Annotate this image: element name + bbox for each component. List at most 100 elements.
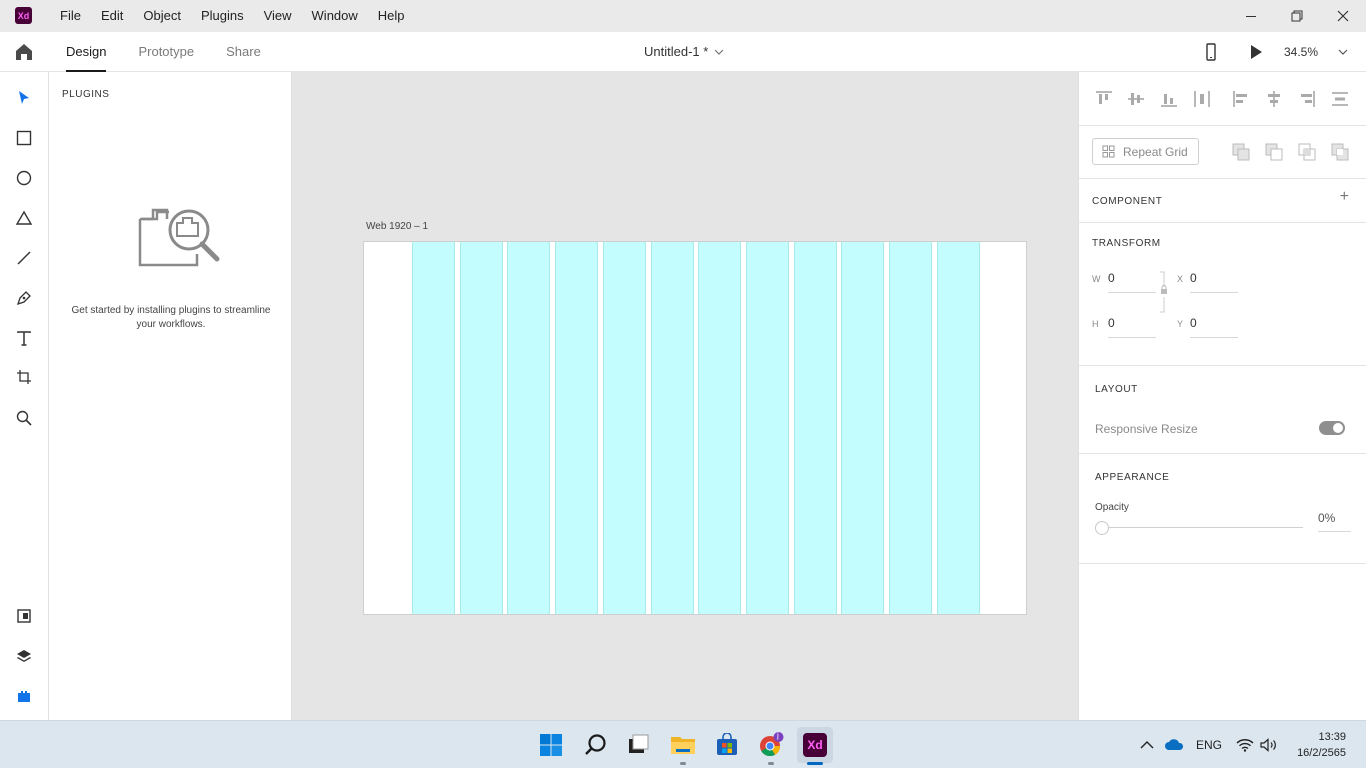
artboard-tool[interactable] <box>14 367 34 387</box>
zoom-tool[interactable] <box>14 408 34 428</box>
system-clock[interactable]: 13:39 16/2/2565 <box>1297 729 1346 761</box>
document-title[interactable]: Untitled-1 * <box>644 32 724 72</box>
document-title-text: Untitled-1 * <box>644 44 709 59</box>
task-view-button[interactable] <box>623 730 653 760</box>
boolean-subtract-icon[interactable] <box>1265 143 1283 161</box>
menu-object[interactable]: Object <box>133 0 191 32</box>
design-canvas[interactable]: Web 1920 – 1 <box>292 72 1078 720</box>
boolean-add-icon[interactable] <box>1232 143 1250 161</box>
align-top-icon[interactable] <box>1095 90 1113 108</box>
tab-share[interactable]: Share <box>216 32 271 72</box>
search-button[interactable] <box>581 730 611 760</box>
text-tool[interactable] <box>14 328 34 348</box>
polygon-tool[interactable] <box>14 208 34 228</box>
wifi-button[interactable] <box>1234 730 1256 760</box>
menu-help[interactable]: Help <box>368 0 415 32</box>
tab-design[interactable]: Design <box>56 32 116 72</box>
preview-play-button[interactable] <box>1248 44 1264 60</box>
microsoft-store-button[interactable] <box>712 730 742 760</box>
distribute-vertical-icon[interactable] <box>1331 90 1349 108</box>
menu-file[interactable]: File <box>50 0 91 32</box>
tab-prototype[interactable]: Prototype <box>128 32 204 72</box>
repeat-grid-row: Repeat Grid <box>1079 126 1366 179</box>
layout-section <box>1079 366 1366 454</box>
menu-edit[interactable]: Edit <box>91 0 133 32</box>
xd-active-indicator <box>807 762 823 765</box>
play-icon <box>1251 45 1262 59</box>
align-right-icon[interactable] <box>1298 90 1316 108</box>
menu-plugins[interactable]: Plugins <box>191 0 254 32</box>
y-label: Y <box>1177 319 1184 329</box>
boolean-intersect-icon[interactable] <box>1298 143 1316 161</box>
width-field[interactable]: 0 <box>1108 271 1156 293</box>
layout-grid-column <box>793 242 837 614</box>
plugins-empty-message: Get started by installing plugins to str… <box>71 305 271 330</box>
plugins-panel-button[interactable] <box>14 686 34 706</box>
explorer-running-indicator <box>680 762 686 765</box>
chevron-up-icon <box>1140 741 1154 749</box>
grid-icon <box>1102 145 1115 158</box>
ellipse-tool[interactable] <box>14 168 34 188</box>
file-explorer-button[interactable] <box>668 730 698 760</box>
onedrive-button[interactable] <box>1161 730 1187 760</box>
align-middle-icon[interactable] <box>1127 90 1145 108</box>
assets-panel-button[interactable] <box>14 606 34 626</box>
opacity-slider-track[interactable] <box>1101 527 1303 528</box>
layers-panel-button[interactable] <box>14 646 34 666</box>
align-left-icon[interactable] <box>1232 90 1250 108</box>
show-hidden-icons-button[interactable] <box>1136 730 1158 760</box>
responsive-resize-toggle[interactable] <box>1319 421 1345 435</box>
y-field[interactable]: 0 <box>1190 316 1238 338</box>
layout-grid-column <box>602 242 646 614</box>
layout-grid-column <box>555 242 599 614</box>
layout-grid-column <box>745 242 789 614</box>
align-bottom-icon[interactable] <box>1160 90 1178 108</box>
opacity-field[interactable]: 0% <box>1318 511 1351 532</box>
opacity-slider-knob[interactable] <box>1095 521 1109 535</box>
task-view-icon <box>629 734 649 753</box>
select-tool-icon <box>19 91 29 104</box>
select-tool[interactable] <box>14 88 34 108</box>
align-toolbar <box>1079 72 1366 126</box>
volume-button[interactable] <box>1258 730 1280 760</box>
restore-button[interactable] <box>1274 0 1320 32</box>
distribute-horizontal-icon[interactable] <box>1193 90 1211 108</box>
rectangle-tool[interactable] <box>14 128 34 148</box>
add-component-icon[interactable]: + <box>1340 189 1349 205</box>
plugins-empty-illustration <box>138 208 220 267</box>
artboard-web-1920[interactable] <box>363 241 1027 615</box>
rectangle-tool-icon <box>16 130 32 146</box>
start-button[interactable] <box>536 730 566 760</box>
pen-tool-icon <box>16 291 31 306</box>
chrome-button[interactable]: j <box>756 730 786 760</box>
zoom-dropdown[interactable]: 34.5% <box>1284 32 1348 72</box>
height-field[interactable]: 0 <box>1108 316 1156 338</box>
close-button[interactable] <box>1320 0 1366 32</box>
menu-view[interactable]: View <box>254 0 302 32</box>
line-tool[interactable] <box>14 248 34 268</box>
lock-aspect-icon[interactable] <box>1159 271 1169 313</box>
chrome-running-indicator <box>768 762 774 765</box>
x-field[interactable]: 0 <box>1190 271 1238 293</box>
home-button[interactable] <box>13 42 35 62</box>
line-tool-icon <box>17 251 31 265</box>
repeat-grid-button[interactable]: Repeat Grid <box>1092 138 1199 165</box>
menu-window[interactable]: Window <box>302 0 368 32</box>
plugins-icon <box>18 691 30 702</box>
xd-app-window: Xd File Edit Object Plugins View Window … <box>0 0 1366 768</box>
device-preview-button[interactable] <box>1203 43 1219 61</box>
minimize-button[interactable] <box>1228 0 1274 32</box>
boolean-exclude-icon[interactable] <box>1331 143 1349 161</box>
align-center-icon[interactable] <box>1265 90 1283 108</box>
adobe-xd-taskbar-button[interactable]: Xd <box>797 727 833 763</box>
windows-taskbar: j Xd ENG 13:39 16/2/2565 <box>0 720 1366 768</box>
language-indicator[interactable]: ENG <box>1196 738 1222 752</box>
windows-start-icon <box>540 734 562 756</box>
plugins-panel: PLUGINS Get started by installing plugin… <box>49 72 292 720</box>
chrome-profile-badge: j <box>777 731 779 740</box>
menu-bar: File Edit Object Plugins View Window Hel… <box>50 0 415 32</box>
opacity-label: Opacity <box>1095 502 1129 513</box>
artboard-tool-icon <box>17 370 31 384</box>
artboard-label[interactable]: Web 1920 – 1 <box>366 221 428 232</box>
pen-tool[interactable] <box>14 288 34 308</box>
